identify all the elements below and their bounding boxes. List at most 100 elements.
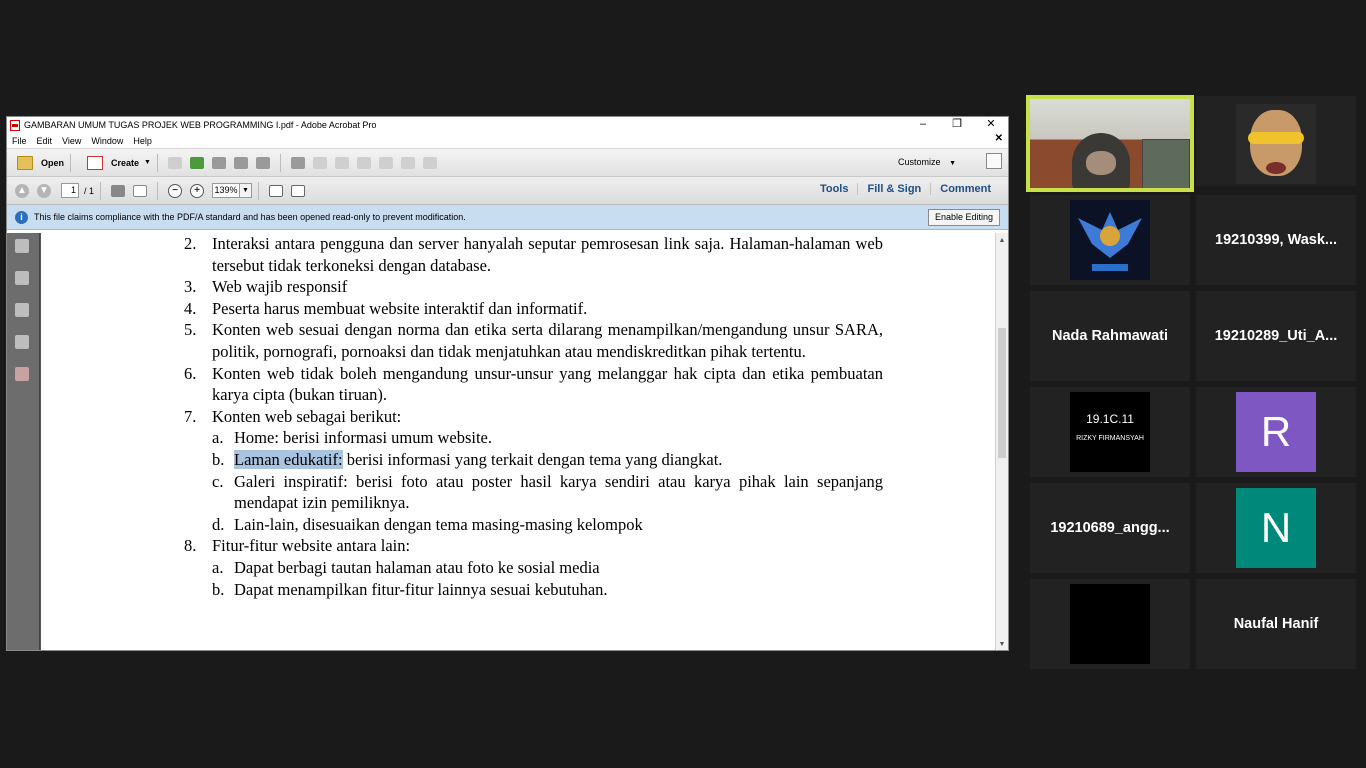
menu-window[interactable]: Window bbox=[86, 136, 128, 146]
customize-dropdown[interactable]: Customize ▼ bbox=[898, 157, 956, 167]
participant-tile[interactable]: R bbox=[1196, 387, 1356, 477]
toolbar-divider bbox=[157, 181, 159, 200]
pdf-page[interactable]: 2. Interaksi antara pengguna dan server h… bbox=[40, 233, 995, 650]
sub-list-item: a. Dapat berbagi tautan halaman atau foto… bbox=[173, 557, 883, 579]
info-icon: i bbox=[15, 210, 28, 224]
menu-bar: File Edit View Window Help ✕ bbox=[7, 133, 1008, 149]
sub-list-item: a. Home: berisi informasi umum website. bbox=[173, 427, 883, 449]
minimize-button[interactable]: – bbox=[906, 117, 940, 133]
fill-sign-pane-button[interactable]: Fill & Sign bbox=[857, 183, 930, 195]
list-item: 7. Konten web sebagai berikut: bbox=[173, 406, 883, 428]
participant-tile[interactable]: 19.1C.11 RIZKY FIRMANSYAH bbox=[1030, 387, 1190, 477]
maximize-button[interactable]: ❐ bbox=[940, 117, 974, 133]
list-item: 3. Web wajib responsif bbox=[173, 276, 883, 298]
page-thumbnails-icon[interactable] bbox=[15, 239, 29, 253]
participant-tile[interactable]: 19210289_Uti_A... bbox=[1196, 291, 1356, 381]
scrollbar-thumb[interactable] bbox=[998, 328, 1006, 458]
main-toolbar: Open Create ▼ Customize ▼ bbox=[7, 149, 1008, 177]
menu-file[interactable]: File bbox=[7, 136, 32, 146]
zoom-out-icon[interactable]: − bbox=[168, 183, 183, 198]
avatar-mouth bbox=[1266, 162, 1286, 174]
save-icon[interactable] bbox=[167, 156, 182, 169]
comment-pane-button[interactable]: Comment bbox=[930, 183, 1000, 195]
page-total: / 1 bbox=[84, 185, 95, 196]
create-button[interactable]: Create ▼ bbox=[83, 155, 151, 170]
menu-help[interactable]: Help bbox=[128, 136, 157, 146]
next-page-icon[interactable]: ▼ bbox=[37, 183, 51, 198]
close-document-button[interactable]: ✕ bbox=[995, 133, 1003, 144]
participant-tile[interactable] bbox=[1196, 96, 1356, 186]
avatar-text-line: 19.1C.11 bbox=[1086, 412, 1134, 426]
customize-label: Customize bbox=[898, 157, 941, 167]
sub-list-letter: b. bbox=[212, 449, 225, 469]
toolbar-divider bbox=[156, 153, 158, 172]
document-area: 2. Interaksi antara pengguna dan server h… bbox=[7, 233, 1008, 650]
navigation-toolbar: ▲ ▼ 1 / 1 − + 139% ▼ Tools Fill & Sign C… bbox=[7, 177, 1008, 205]
fit-width-icon[interactable] bbox=[291, 184, 306, 197]
menu-view[interactable]: View bbox=[57, 136, 86, 146]
text-selection-highlight[interactable]: Laman edukatif: bbox=[234, 449, 343, 469]
signatures-icon[interactable] bbox=[15, 335, 29, 349]
attachments-icon[interactable] bbox=[15, 303, 29, 317]
fit-page-icon[interactable] bbox=[269, 184, 284, 197]
zoom-level-input[interactable]: 139% bbox=[212, 183, 241, 198]
list-number: 7. bbox=[184, 406, 197, 426]
open-button[interactable]: Open bbox=[13, 155, 64, 170]
participant-tile[interactable]: 19210399, Wask... bbox=[1196, 195, 1356, 285]
list-item: 4. Peserta harus membuat website interakt… bbox=[173, 298, 883, 320]
sub-list-text: Dapat menampilkan fitur-fitur lainnya se… bbox=[234, 579, 608, 599]
vertical-scrollbar[interactable]: ▲ ▼ bbox=[995, 233, 1008, 650]
participant-tile[interactable]: N bbox=[1196, 483, 1356, 573]
fullscreen-icon[interactable] bbox=[986, 153, 1002, 169]
chevron-down-icon: ▼ bbox=[144, 159, 151, 166]
create-pdf-icon bbox=[87, 155, 104, 170]
participant-tile[interactable] bbox=[1030, 195, 1190, 285]
email-icon[interactable] bbox=[255, 156, 270, 169]
list-number: 4. bbox=[184, 298, 197, 318]
participant-tile[interactable] bbox=[1030, 579, 1190, 669]
scroll-up-icon[interactable]: ▲ bbox=[996, 237, 1008, 244]
participant-tile[interactable]: Nada Rahmawati bbox=[1030, 291, 1190, 381]
combine-icon[interactable] bbox=[422, 156, 437, 169]
zoom-in-icon[interactable]: + bbox=[190, 183, 205, 198]
sub-list-letter: c. bbox=[212, 471, 224, 491]
sub-list-letter: d. bbox=[212, 514, 225, 534]
list-item: 6. Konten web tidak boleh mengandung unsu… bbox=[173, 363, 883, 406]
attach-icon[interactable] bbox=[378, 156, 393, 169]
list-text: Konten web sebagai berikut: bbox=[212, 406, 402, 426]
bookmarks-icon[interactable] bbox=[15, 271, 29, 285]
sub-list-item: b. Laman edukatif: berisi informasi yang … bbox=[173, 449, 883, 471]
print-icon[interactable] bbox=[211, 156, 226, 169]
menu-edit[interactable]: Edit bbox=[32, 136, 58, 146]
close-button[interactable]: ✕ bbox=[974, 117, 1008, 133]
list-number: 6. bbox=[184, 363, 197, 383]
zoom-dropdown-icon[interactable]: ▼ bbox=[240, 183, 253, 198]
participant-tile[interactable]: Naufal Hanif bbox=[1196, 579, 1356, 669]
export-icon[interactable] bbox=[400, 156, 415, 169]
enable-editing-button[interactable]: Enable Editing bbox=[927, 209, 1000, 226]
highlight-icon[interactable] bbox=[334, 156, 349, 169]
sub-list-text: Dapat berbagi tautan halaman atau foto k… bbox=[234, 557, 600, 577]
hand-tool-icon[interactable] bbox=[133, 184, 148, 197]
folder-icon bbox=[17, 155, 33, 170]
list-item: 2. Interaksi antara pengguna dan server h… bbox=[173, 233, 883, 276]
avatar: 19.1C.11 RIZKY FIRMANSYAH bbox=[1070, 392, 1150, 472]
edit-icon[interactable] bbox=[233, 156, 248, 169]
pdfa-info-bar: i This file claims compliance with the P… bbox=[7, 205, 1008, 230]
cloud-upload-icon[interactable] bbox=[189, 156, 204, 169]
layers-icon[interactable] bbox=[15, 367, 29, 381]
scroll-down-icon[interactable]: ▼ bbox=[996, 641, 1008, 648]
previous-page-icon[interactable]: ▲ bbox=[15, 183, 29, 198]
avatar: R bbox=[1236, 392, 1316, 472]
tools-pane-button[interactable]: Tools bbox=[811, 183, 858, 195]
select-cursor-icon[interactable] bbox=[111, 184, 126, 197]
comment-icon[interactable] bbox=[312, 156, 327, 169]
info-message: This file claims compliance with the PDF… bbox=[34, 212, 466, 222]
participant-tile[interactable]: 19210689_angg... bbox=[1030, 483, 1190, 573]
stamp-icon[interactable] bbox=[356, 156, 371, 169]
gear-icon[interactable] bbox=[290, 156, 305, 169]
toolbar-divider bbox=[70, 153, 72, 172]
participant-tile-active-speaker[interactable] bbox=[1026, 95, 1194, 192]
list-item: 8. Fitur-fitur website antara lain: bbox=[173, 535, 883, 557]
page-number-input[interactable]: 1 bbox=[61, 183, 79, 198]
